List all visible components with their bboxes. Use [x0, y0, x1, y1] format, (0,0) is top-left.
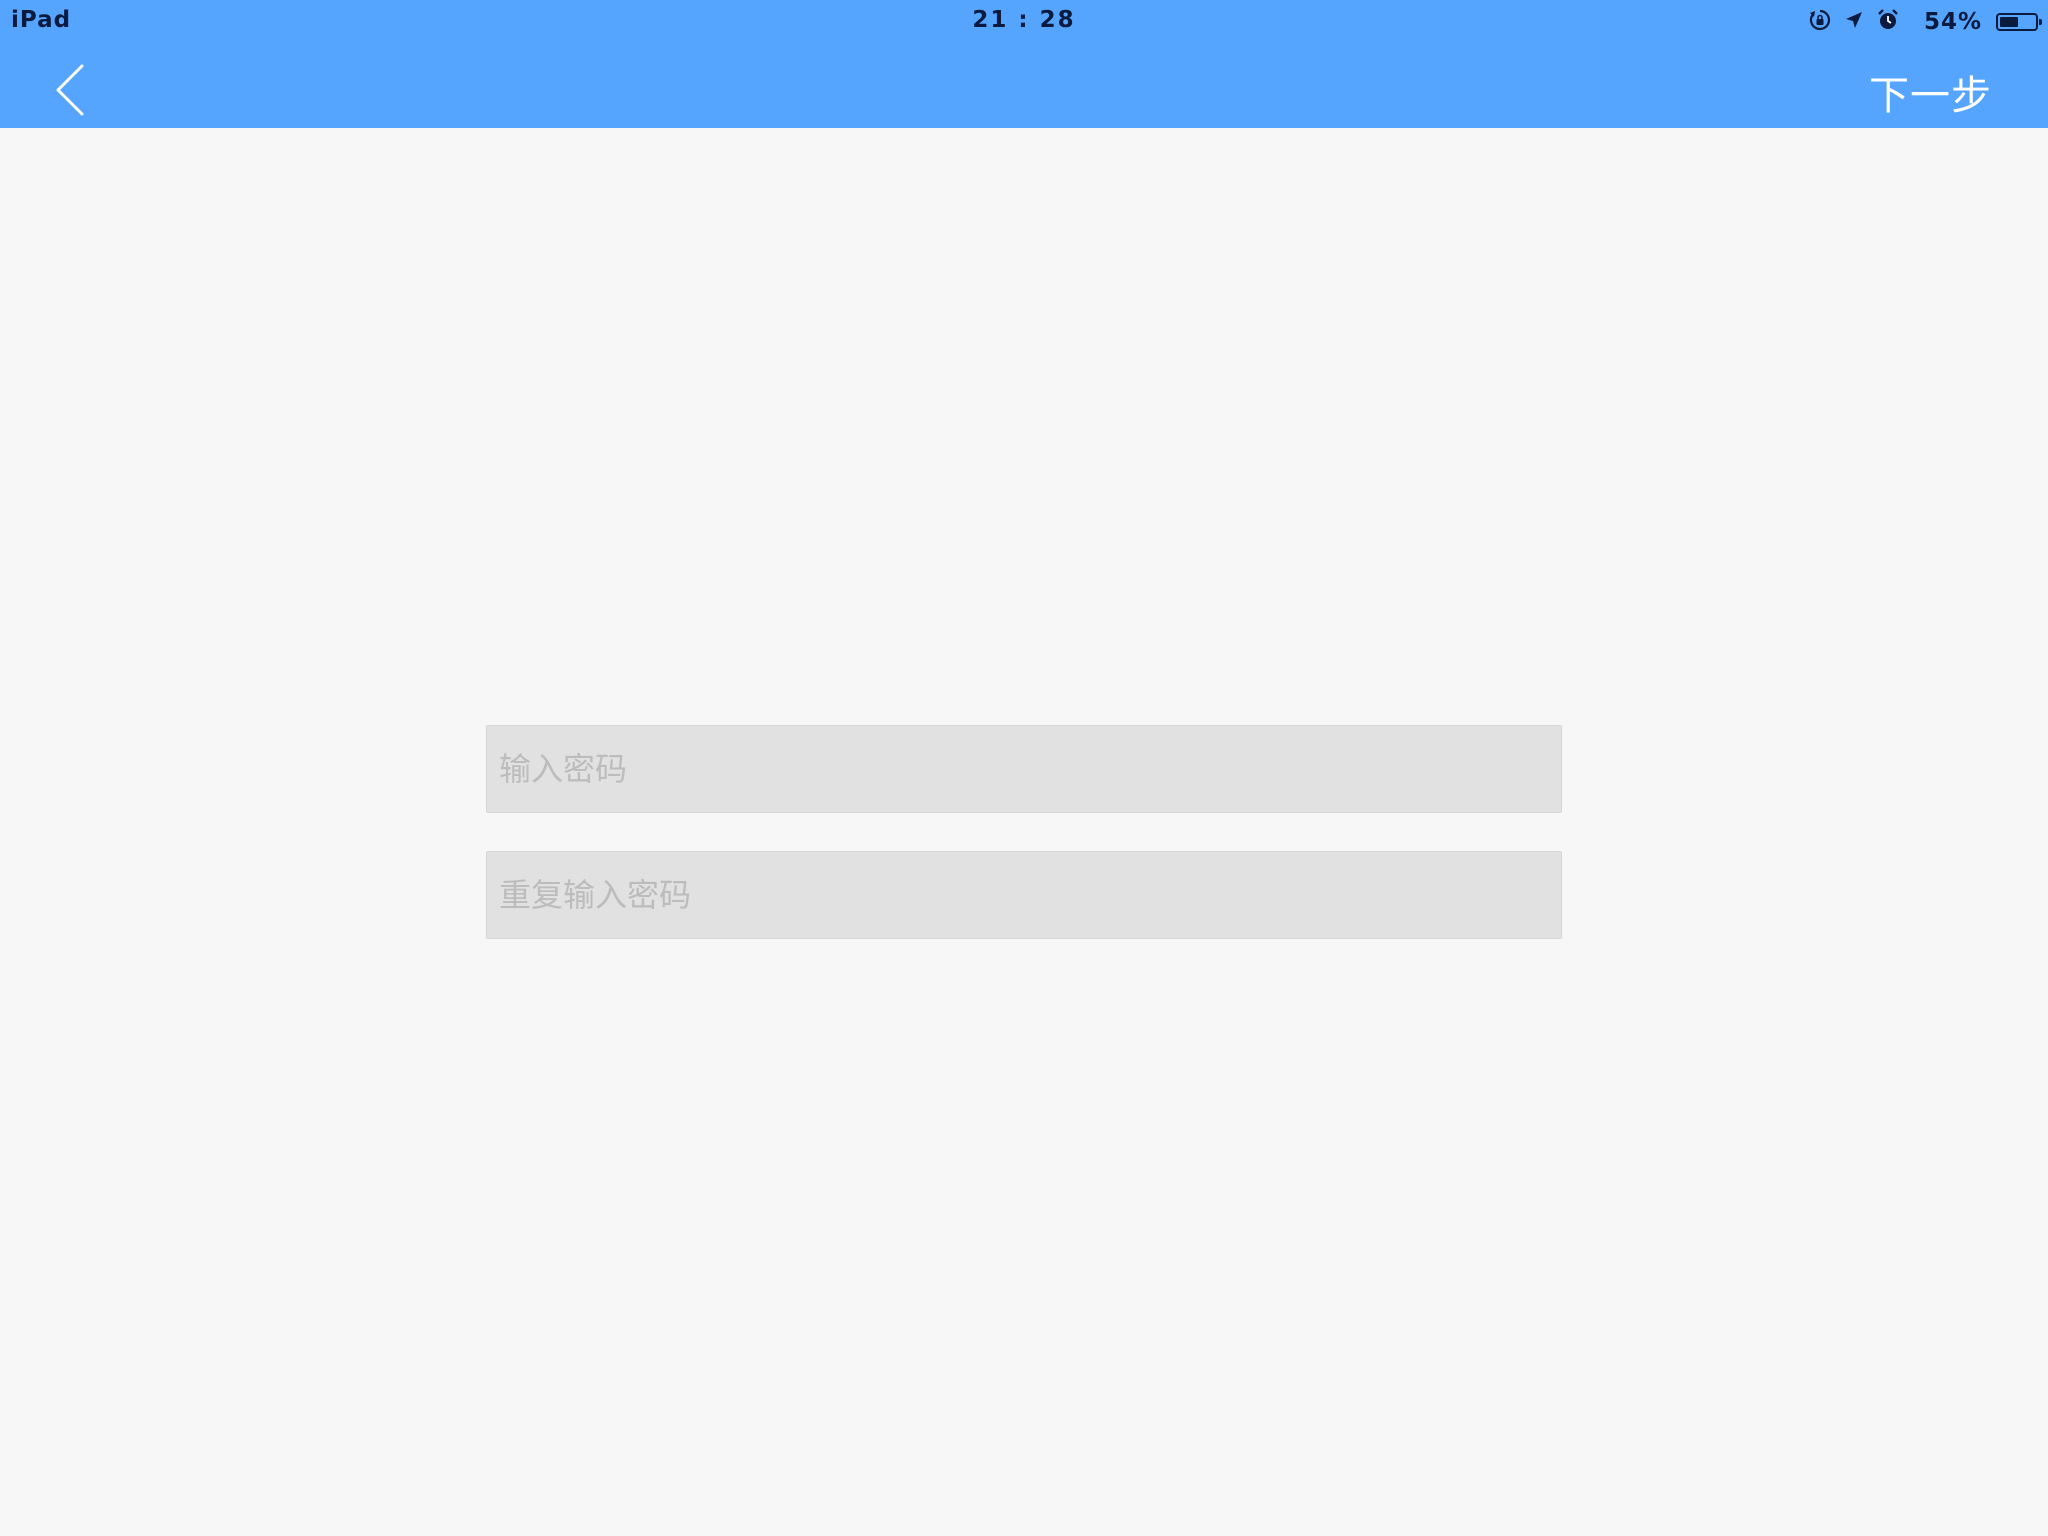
password-input[interactable] [486, 725, 1562, 813]
alarm-icon [1876, 8, 1900, 37]
back-button[interactable] [44, 58, 94, 118]
password-form [486, 725, 1562, 977]
navigation-header: iPad 21 : 28 54% 下一步 [0, 0, 2048, 128]
status-indicators: 54% [1808, 7, 2042, 37]
status-time: 21 : 28 [972, 7, 1076, 33]
battery-icon [1996, 13, 2042, 31]
battery-percent: 54% [1923, 9, 1982, 35]
battery-tip [2039, 19, 2042, 25]
battery-fill [2000, 17, 2018, 27]
location-arrow-icon [1844, 10, 1864, 35]
status-bar: iPad 21 : 28 54% [0, 0, 2048, 42]
confirm-password-input[interactable] [486, 851, 1562, 939]
chevron-left-icon [56, 64, 84, 116]
rotation-lock-icon [1808, 8, 1832, 37]
next-step-button[interactable]: 下一步 [1869, 63, 1992, 121]
